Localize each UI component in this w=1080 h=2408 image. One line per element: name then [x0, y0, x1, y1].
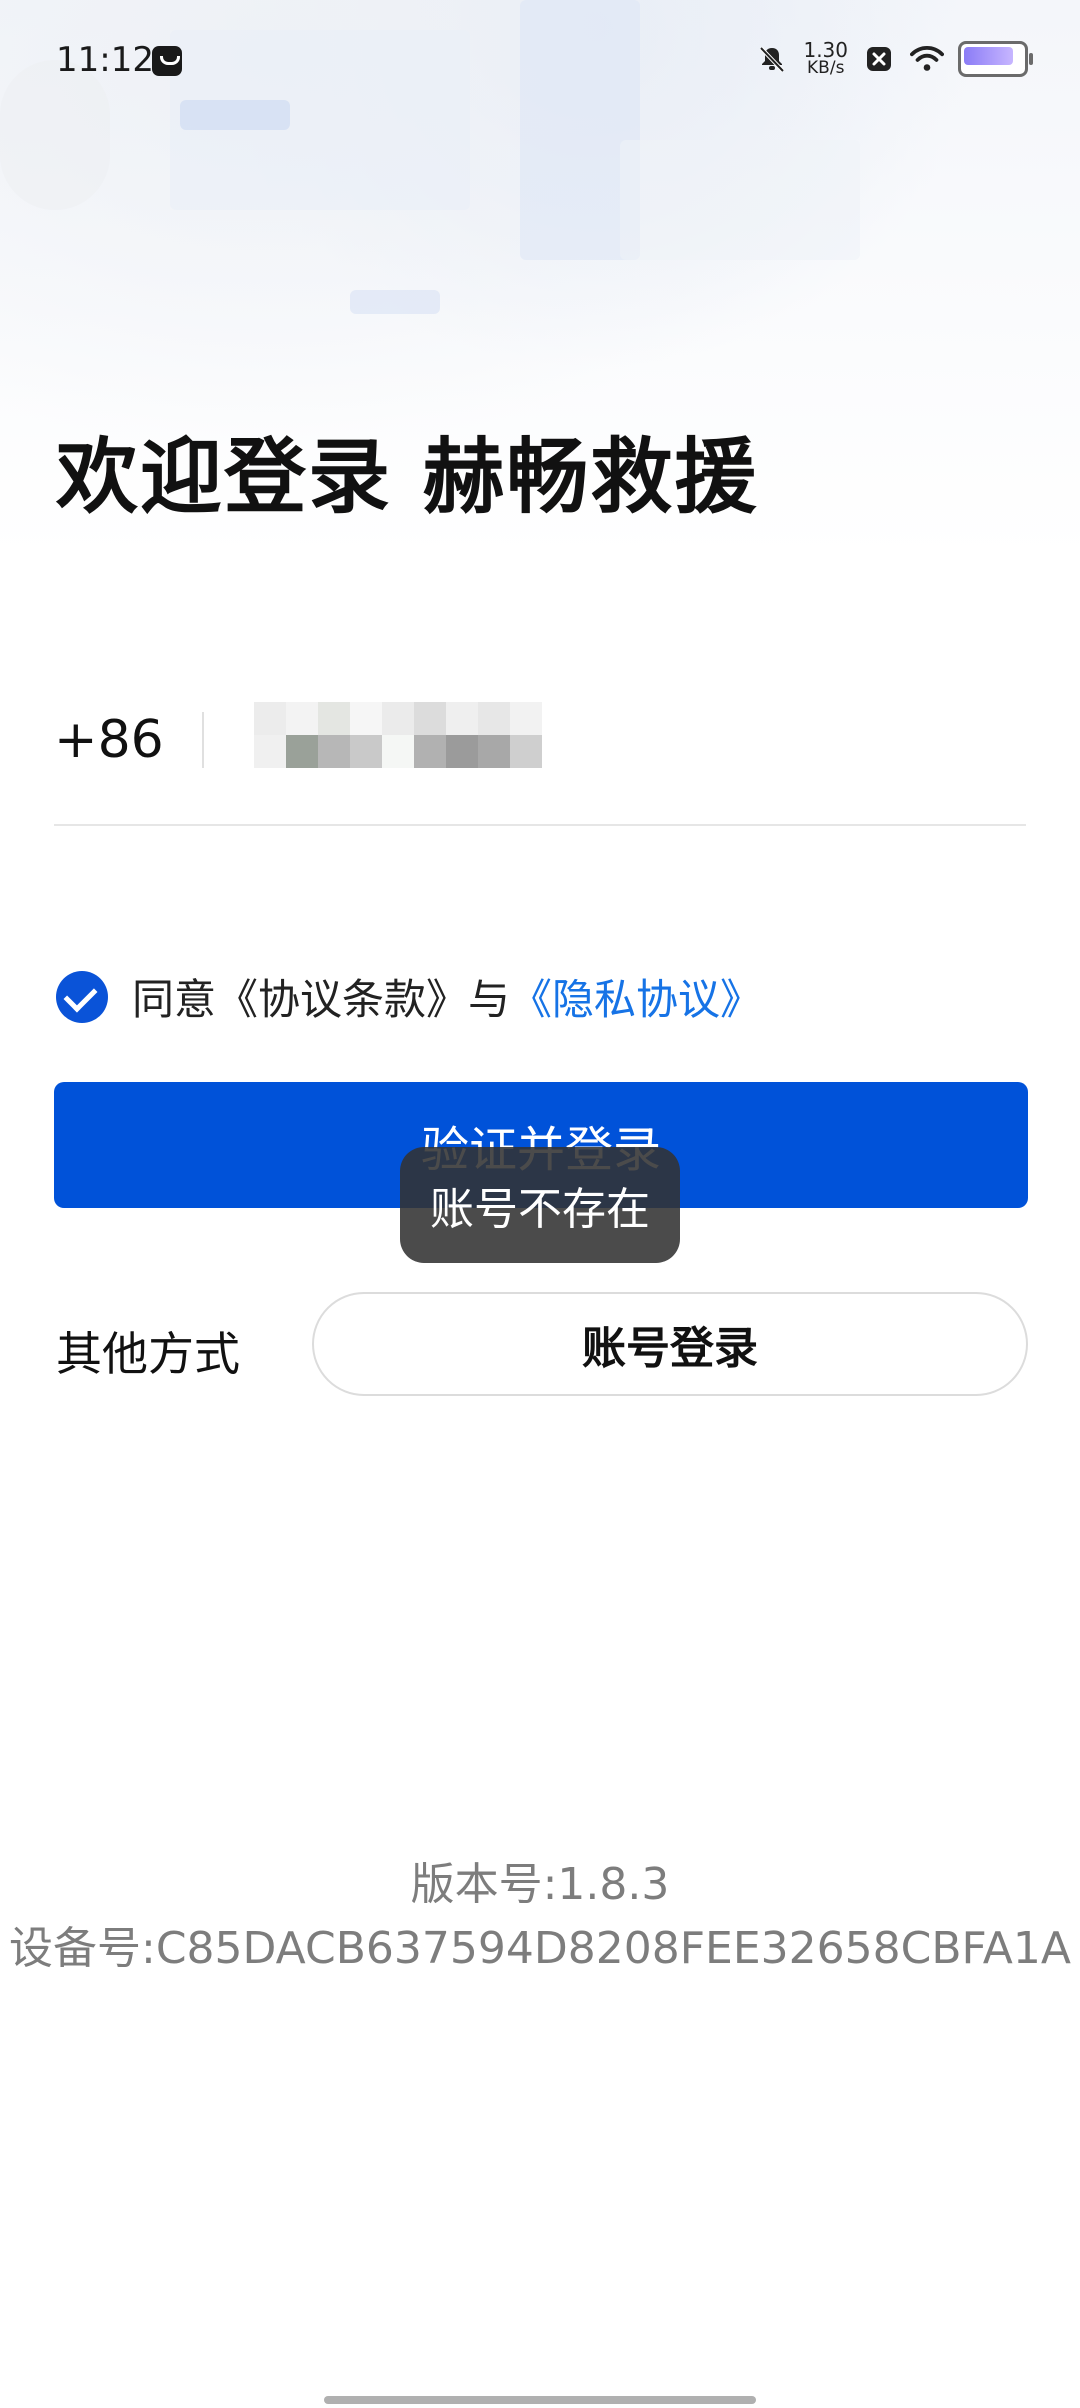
home-indicator[interactable]	[324, 2396, 756, 2404]
privacy-policy-link[interactable]: 《隐私协议》	[510, 966, 762, 1027]
version-text: 版本号:1.8.3	[410, 1859, 670, 1910]
status-bar: 11:12 1.30 KB/s	[0, 0, 1080, 120]
country-code[interactable]: +86	[54, 710, 164, 770]
mute-bell-icon	[755, 42, 789, 76]
close-box-icon	[862, 42, 896, 76]
agreement-checkbox[interactable]	[56, 970, 108, 1023]
phone-number-masked	[254, 702, 542, 768]
battery-icon	[958, 40, 1033, 77]
toast-message: 账号不存在	[400, 1147, 680, 1263]
other-methods-label: 其他方式	[56, 1327, 240, 1381]
status-time: 11:12	[56, 40, 154, 80]
wifi-icon	[910, 42, 944, 76]
network-speed-value: 1.30	[803, 38, 848, 62]
divider	[202, 712, 204, 768]
agreement-text[interactable]: 同意《协议条款》与	[132, 966, 510, 1027]
status-icons: 1.30 KB/s	[755, 40, 1033, 77]
phone-number-input[interactable]	[254, 702, 554, 772]
agreement-row: 同意《协议条款》与 《隐私协议》	[56, 966, 762, 1027]
page-title: 欢迎登录 赫畅救援	[56, 430, 759, 525]
battery-fill	[964, 46, 1013, 65]
network-speed: 1.30 KB/s	[803, 40, 848, 77]
phone-input-row: +86	[54, 680, 1026, 826]
account-login-button[interactable]: 账号登录	[312, 1292, 1028, 1396]
network-speed-unit: KB/s	[807, 58, 845, 78]
message-icon	[152, 46, 182, 76]
device-id-text: 设备号:C85DACB637594D8208FEE32658CBFA1A	[9, 1923, 1071, 1974]
